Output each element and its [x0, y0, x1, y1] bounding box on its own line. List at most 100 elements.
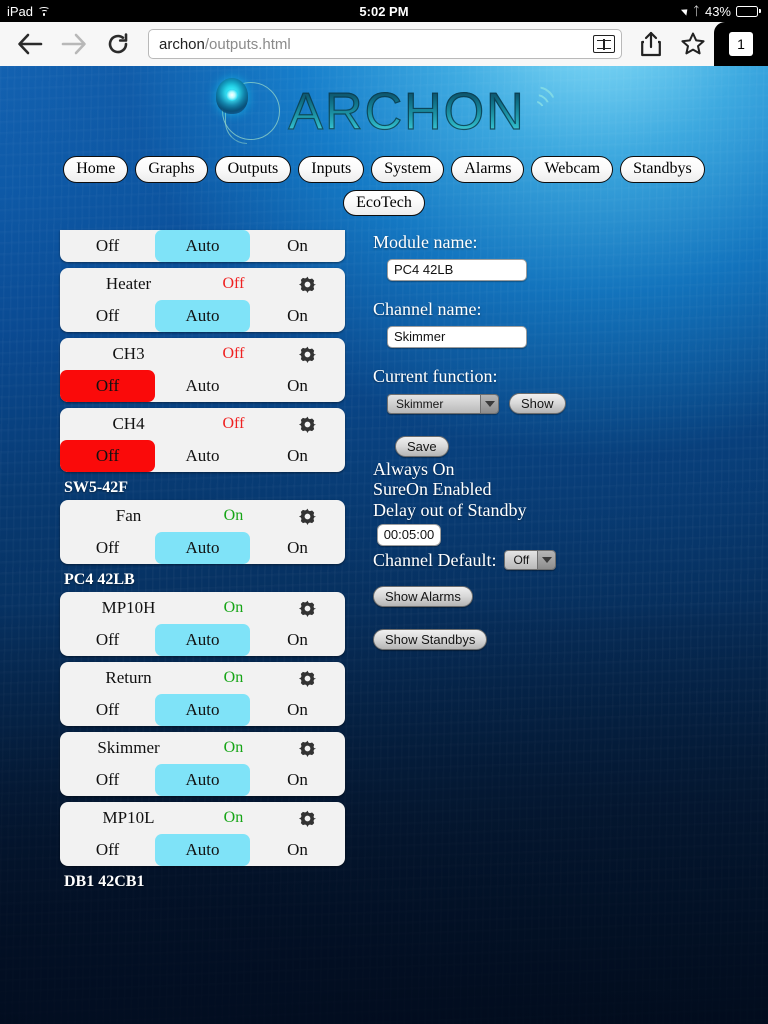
- mode-on-button[interactable]: On: [250, 834, 345, 866]
- channel-name-label: Channel name:: [373, 299, 482, 320]
- channel-status: On: [223, 739, 244, 757]
- mode-on-button[interactable]: On: [250, 300, 345, 332]
- main-layout: Off Auto On Heater Off Off Auto On CH3 Off Off Auto…: [0, 230, 768, 894]
- delay-out-of-standby-label: Delay out of Standby: [373, 499, 527, 520]
- mode-auto-button[interactable]: Auto: [155, 370, 250, 402]
- mode-auto-button[interactable]: Auto: [155, 230, 250, 263]
- channel-default-select[interactable]: Off: [504, 549, 557, 570]
- mode-on-button[interactable]: On: [250, 230, 345, 262]
- channel-mode-segmented-control: Off Auto On: [60, 370, 345, 403]
- mode-off-button[interactable]: Off: [60, 764, 155, 796]
- tab-overview-button[interactable]: 1: [714, 22, 768, 66]
- mode-auto-button[interactable]: Auto: [155, 440, 250, 472]
- nav-standbys[interactable]: Standbys: [620, 156, 705, 183]
- channel-header-row: CH3 Off: [60, 338, 345, 370]
- mode-off-button[interactable]: Off: [60, 834, 155, 866]
- channel-settings-button[interactable]: [278, 600, 337, 617]
- mode-off-button[interactable]: Off: [60, 370, 155, 403]
- gear-icon: [298, 670, 316, 687]
- nav-alarms[interactable]: Alarms: [451, 156, 525, 183]
- channel-settings-button[interactable]: [278, 670, 337, 687]
- mode-on-button[interactable]: On: [250, 532, 345, 564]
- channel-name-input[interactable]: Skimmer: [387, 326, 527, 349]
- nav-graphs[interactable]: Graphs: [135, 156, 208, 183]
- mode-auto-button[interactable]: Auto: [155, 300, 250, 333]
- current-function-value: Skimmer: [388, 394, 480, 413]
- nav-outputs[interactable]: Outputs: [214, 156, 292, 183]
- screen: iPad 5:02 PM ᛏ 43% archon /outputs.html …: [0, 0, 768, 1024]
- nav-system[interactable]: System: [371, 156, 445, 183]
- mode-off-button[interactable]: Off: [60, 230, 155, 262]
- bookmark-button[interactable]: [672, 22, 714, 66]
- status-bar-right: ᛏ 43%: [680, 4, 761, 19]
- channel-settings-button[interactable]: [278, 740, 337, 757]
- channel-mode-segmented-control: Off Auto On: [60, 532, 345, 565]
- mode-on-button[interactable]: On: [250, 694, 345, 726]
- channel-name: CH4: [112, 414, 145, 434]
- channel-status: On: [223, 599, 244, 617]
- gear-icon: [298, 276, 316, 293]
- mode-on-button[interactable]: On: [250, 624, 345, 656]
- mode-on-button[interactable]: On: [250, 440, 345, 472]
- browser-toolbar: archon/outputs.html 1: [0, 22, 768, 66]
- module-group-label: PC4 42LB: [64, 571, 135, 589]
- mode-auto-button[interactable]: Auto: [155, 694, 250, 727]
- mode-on-button[interactable]: On: [250, 764, 345, 796]
- mode-off-button[interactable]: Off: [60, 694, 155, 726]
- mode-on-button[interactable]: On: [250, 370, 345, 402]
- nav-ecotech[interactable]: EcoTech: [343, 189, 425, 217]
- current-function-select[interactable]: Skimmer: [387, 393, 499, 414]
- mode-off-button[interactable]: Off: [60, 532, 155, 564]
- channel-status: Off: [222, 345, 245, 363]
- module-name-input[interactable]: PC4 42LB: [387, 259, 527, 282]
- current-function-label: Current function:: [373, 366, 498, 387]
- channel-header-row: Return On: [60, 662, 345, 694]
- module-name-label: Module name:: [373, 232, 478, 253]
- channel-status: On: [223, 669, 244, 687]
- mode-auto-button[interactable]: Auto: [155, 764, 250, 797]
- output-channel-card: Heater Off Off Auto On: [60, 268, 345, 333]
- nav-home[interactable]: Home: [63, 156, 129, 183]
- address-bar[interactable]: archon/outputs.html: [148, 29, 622, 59]
- output-channel-card: CH3 Off Off Auto On: [60, 338, 345, 403]
- chevron-down-icon: [537, 550, 556, 569]
- reader-view-icon[interactable]: [593, 35, 615, 53]
- gear-icon: [298, 508, 316, 525]
- mode-off-button[interactable]: Off: [60, 300, 155, 332]
- channel-settings-button[interactable]: [278, 508, 337, 525]
- mode-off-button[interactable]: Off: [60, 624, 155, 656]
- nav-webcam[interactable]: Webcam: [531, 156, 614, 183]
- save-button[interactable]: Save: [395, 436, 449, 458]
- always-on-text: Always On: [373, 459, 455, 480]
- location-arrow-icon: [680, 6, 690, 16]
- channel-name: Skimmer: [97, 738, 160, 758]
- show-function-button[interactable]: Show: [509, 393, 566, 415]
- output-channel-card: MP10H On Off Auto On: [60, 592, 345, 657]
- output-channel-card: CH4 Off Off Auto On: [60, 408, 345, 473]
- forward-arrow-icon: [61, 33, 86, 55]
- channel-settings-button[interactable]: [278, 346, 337, 363]
- mode-off-button[interactable]: Off: [60, 440, 155, 473]
- star-icon: [681, 32, 705, 55]
- share-button[interactable]: [630, 22, 672, 66]
- channel-status: Off: [222, 275, 245, 293]
- channel-settings-button[interactable]: [278, 416, 337, 433]
- forward-button[interactable]: [52, 22, 96, 66]
- archon-orb-icon: [210, 76, 282, 148]
- channel-settings-button[interactable]: [278, 810, 337, 827]
- back-button[interactable]: [8, 22, 52, 66]
- channel-settings-button[interactable]: [278, 276, 337, 293]
- show-alarms-button[interactable]: Show Alarms: [373, 585, 473, 607]
- battery-icon: [736, 5, 761, 17]
- show-standbys-button[interactable]: Show Standbys: [373, 628, 488, 650]
- tab-count-label: 1: [729, 32, 753, 56]
- mode-auto-button[interactable]: Auto: [155, 624, 250, 657]
- mode-auto-button[interactable]: Auto: [155, 532, 250, 565]
- channel-mode-segmented-control: Off Auto On: [60, 300, 345, 333]
- channel-status: On: [223, 507, 244, 525]
- mode-auto-button[interactable]: Auto: [155, 834, 250, 867]
- reload-button[interactable]: [96, 22, 140, 66]
- site-logo: ARCHON: [0, 66, 768, 152]
- nav-inputs[interactable]: Inputs: [298, 156, 365, 183]
- delay-time-input[interactable]: 00:05:00: [377, 523, 441, 546]
